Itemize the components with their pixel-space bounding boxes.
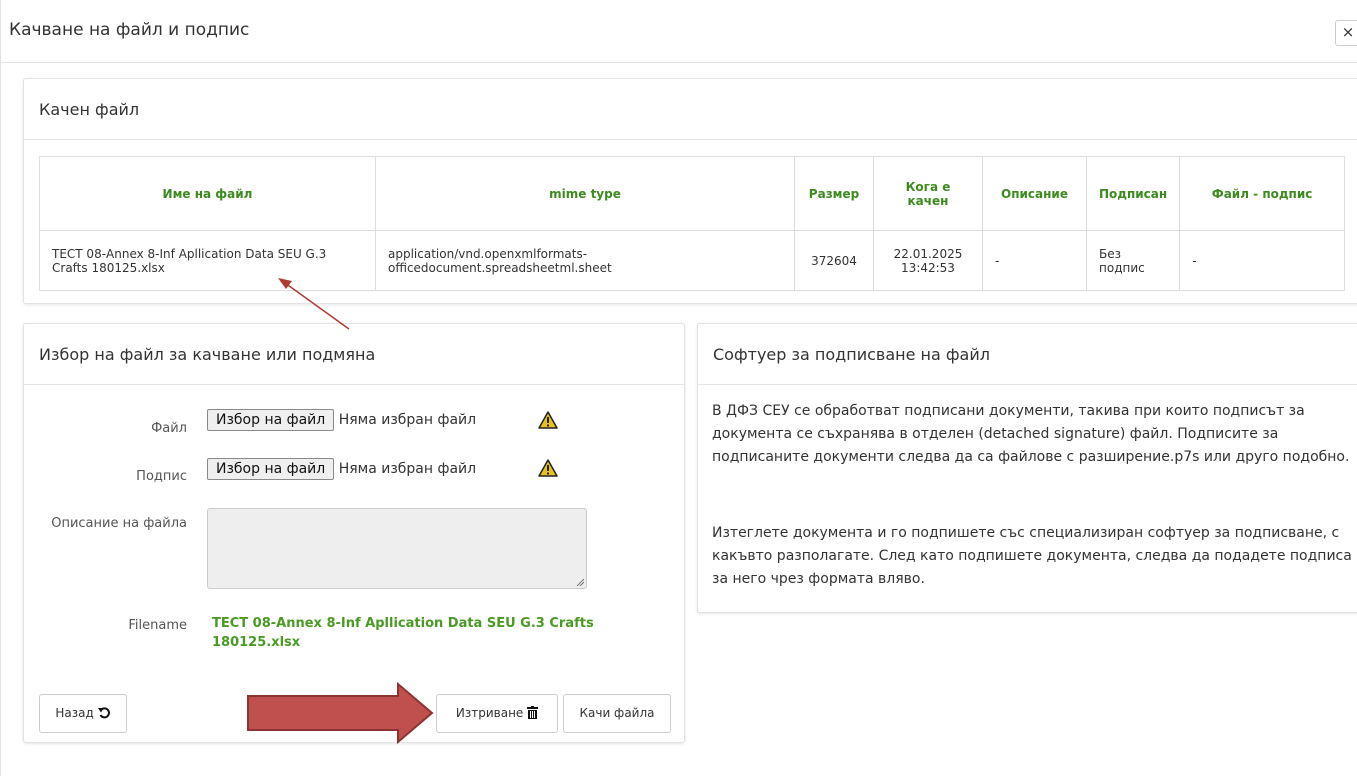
signing-info-paragraph: В ДФЗ СЕУ се обработват подписани докуме… [712, 403, 1350, 465]
column-header-signed[interactable]: Подписан [1085, 156, 1181, 231]
choose-file-panel: Избор на файл за качване или подмяна Фай… [23, 323, 685, 743]
trash-icon [527, 706, 539, 719]
choose-file-button[interactable]: Избор на файл [207, 409, 335, 431]
resize-grip-icon[interactable] [576, 578, 584, 586]
cell-signature-file: - [1179, 230, 1345, 291]
panel-heading: Софтуер за подписване на файл [698, 324, 1357, 385]
panel-heading: Избор на файл за качване или подмяна [24, 324, 684, 385]
no-file-text: Няма избран файл [338, 412, 477, 428]
uploaded-file-panel: Качен файл Име на файл mime type Размер … [23, 78, 1357, 304]
description-textarea[interactable] [207, 508, 587, 589]
modal-title: Качване на файл и подпис [9, 20, 250, 40]
cell-uploaded-at: 22.01.2025 13:42:53 [873, 230, 983, 291]
filename-label: Filename [128, 618, 187, 633]
signature-input[interactable]: Избор на файл Няма избран файл [207, 458, 476, 480]
warning-icon [538, 411, 558, 429]
delete-button[interactable]: Изтриване [436, 694, 558, 733]
signature-label: Подпис [136, 469, 187, 484]
back-button[interactable]: Назад [39, 694, 127, 733]
choose-signature-button[interactable]: Избор на файл [207, 458, 335, 480]
no-signature-text: Няма избран файл [338, 461, 477, 477]
modal-header: Качване на файл и подпис × [0, 0, 1357, 63]
table-row: ТЕСТ 08-Annex 8-Inf Apllication Data SEU… [39, 230, 1345, 291]
signing-instructions-paragraph: Изтеглете документа и го подпишете със с… [712, 525, 1352, 587]
column-header-signature-file[interactable]: Файл - подпис [1179, 156, 1345, 231]
cell-size: 372604 [794, 230, 874, 291]
cell-filename: ТЕСТ 08-Annex 8-Inf Apllication Data SEU… [39, 230, 376, 291]
cell-description: - [982, 230, 1087, 291]
close-button[interactable]: × [1335, 20, 1357, 46]
cell-signed: Без подпис [1085, 230, 1181, 291]
signing-software-panel: Софтуер за подписване на файл В ДФЗ СЕУ … [697, 323, 1357, 613]
undo-icon [97, 707, 110, 719]
description-label: Описание на файла [51, 516, 187, 531]
panel-heading: Качен файл [24, 79, 1357, 140]
file-label: Файл [151, 421, 187, 436]
upload-button[interactable]: Качи файла [563, 694, 671, 733]
column-header-filename[interactable]: Име на файл [39, 156, 376, 231]
back-button-label: Назад [55, 706, 94, 720]
file-input[interactable]: Избор на файл Няма избран файл [207, 409, 476, 431]
cell-mime-type: application/vnd.openxmlformats-officedoc… [375, 230, 795, 291]
column-header-mime-type[interactable]: mime type [375, 156, 795, 231]
column-header-description[interactable]: Описание [982, 156, 1087, 231]
window-left-edge [0, 0, 1, 776]
warning-icon [538, 459, 558, 477]
column-header-uploaded-at[interactable]: Кога е качен [873, 156, 983, 231]
delete-button-label: Изтриване [455, 706, 524, 720]
filename-value: ТЕСТ 08-Annex 8-Inf Apllication Data SEU… [212, 616, 594, 650]
column-header-size[interactable]: Размер [794, 156, 874, 231]
table-header-row: Име на файл mime type Размер Кога е каче… [39, 156, 1345, 231]
uploaded-files-table: Име на файл mime type Размер Кога е каче… [39, 156, 1345, 291]
